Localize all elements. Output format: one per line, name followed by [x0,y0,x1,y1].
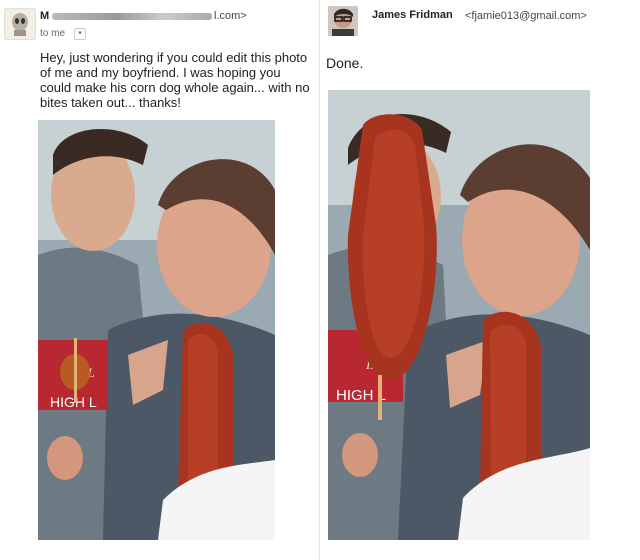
edited-photo-illustration: HIGH L ILL [328,90,590,540]
sender-email-domain: l.com> [214,10,247,22]
person-avatar-icon [328,6,358,36]
shirt-text-high: HIGH L [50,394,97,410]
redacted-email [52,13,212,20]
couple-photo-original: HIGH L ILL [38,120,275,540]
edited-couple-photo: HIGH L ILL [328,90,590,540]
request-message: Hey, just wondering if you could edit th… [40,50,310,110]
request-email-panel: M l.com> to me ▾ Hey, just wondering if … [0,0,320,560]
original-photo-illustration: HIGH L ILL [38,120,275,540]
reply-email-panel: James Fridman <fjamie013@gmail.com> Done… [320,0,640,560]
recipient-dropdown-button[interactable]: ▾ [74,28,86,40]
james-fridman-avatar [328,6,358,36]
alien-avatar-icon [5,9,35,39]
reply-message: Done. [326,55,364,71]
sender-email: <fjamie013@gmail.com> [465,10,587,22]
recipient-label: to me [40,28,66,39]
sender-name: M [40,10,50,22]
sender-avatar [4,8,36,40]
sender-name: James Fridman [372,9,453,21]
chevron-down-icon: ▾ [78,30,82,37]
